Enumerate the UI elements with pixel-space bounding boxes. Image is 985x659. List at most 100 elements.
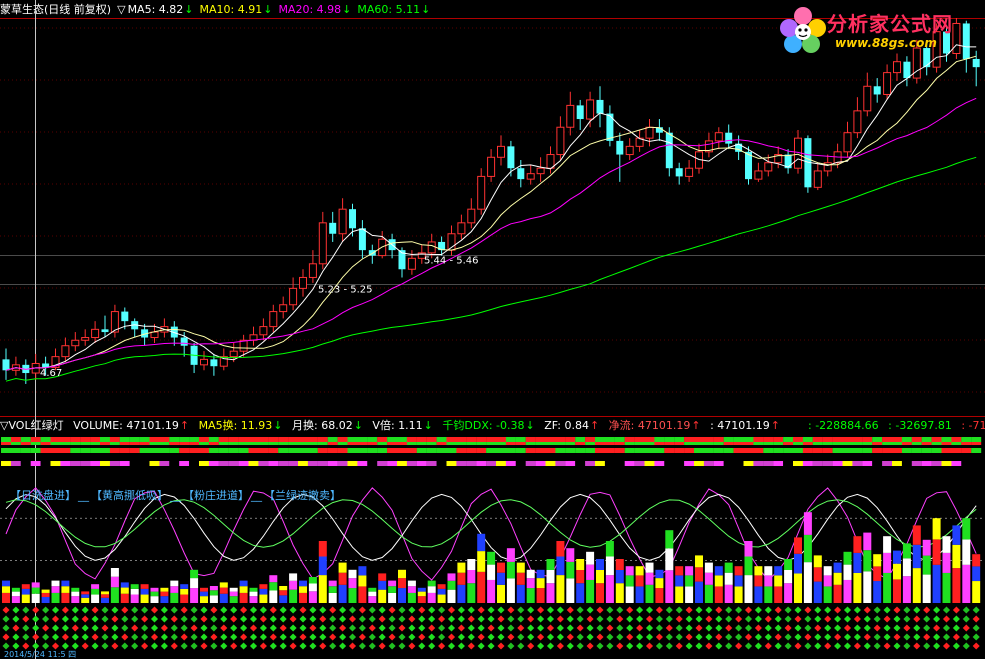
signal-row-2-cell xyxy=(397,448,407,453)
status-dot xyxy=(111,606,119,614)
volume-bar-segment xyxy=(675,575,684,587)
signal-row-1-cell xyxy=(802,437,813,442)
volume-bar-segment xyxy=(41,589,50,593)
status-dot xyxy=(695,606,703,614)
status-dot xyxy=(834,642,842,650)
status-dot xyxy=(378,615,386,623)
status-dot xyxy=(269,633,277,641)
signal-row-1-cell xyxy=(317,437,328,442)
status-dot xyxy=(893,624,901,632)
signal-row-1-cell xyxy=(119,437,130,442)
status-dot xyxy=(576,606,584,614)
signal-row-1b-cell xyxy=(674,442,685,445)
gap-label-2: 5.44 - 5.46 xyxy=(424,256,479,267)
signal-row-1b-cell xyxy=(565,442,576,445)
signal-row-2-cell xyxy=(961,448,972,453)
status-dot xyxy=(457,615,465,623)
volume-bar-segment xyxy=(130,584,139,589)
right-readout-1: : -228884.66 xyxy=(808,419,879,432)
signal-row-1b-cell xyxy=(812,442,823,445)
status-dot xyxy=(507,642,515,650)
volume-bar-segment xyxy=(249,591,258,597)
signal-row-3-cell xyxy=(109,461,120,466)
status-dot xyxy=(259,633,267,641)
status-dot xyxy=(705,624,713,632)
status-dot xyxy=(457,624,465,632)
signal-row-2-cell xyxy=(614,448,625,453)
status-dot xyxy=(744,633,753,641)
signal-row-2-cell xyxy=(575,448,586,453)
status-dot xyxy=(784,633,792,641)
signal-row-2-cell xyxy=(208,448,219,453)
volume-bar-segment xyxy=(407,592,416,603)
volume-bar-segment xyxy=(31,587,40,594)
volume-bar-segment xyxy=(784,559,793,570)
volume-bar-segment xyxy=(170,592,179,603)
volume-bar-segment xyxy=(635,586,644,603)
status-dot xyxy=(289,606,297,614)
signal-row-3-cell xyxy=(684,461,695,466)
signal-row-3-cell xyxy=(802,461,813,466)
signal-row-1-cell xyxy=(426,437,437,442)
candle-body-up xyxy=(536,167,545,175)
status-dot xyxy=(883,606,891,614)
signal-row-1-cell xyxy=(911,437,922,442)
status-dot xyxy=(893,606,901,614)
volume-bar-segment xyxy=(378,580,387,590)
signal-row-1-cell xyxy=(298,437,308,442)
status-dot xyxy=(91,624,99,632)
volume-bar-segment xyxy=(368,587,377,592)
signal-row-1b-cell xyxy=(931,442,942,445)
signal-row-2-cell xyxy=(664,448,675,453)
status-dot xyxy=(655,606,663,614)
signal-row-3-cell xyxy=(723,461,734,466)
volume-bar-segment xyxy=(774,575,783,587)
volume-bar-segment xyxy=(635,575,644,587)
signal-row-1-cell xyxy=(812,437,823,442)
status-dot xyxy=(348,642,357,650)
status-dot xyxy=(121,642,129,650)
volume-bar-segment xyxy=(299,586,307,593)
signal-row-1b-cell xyxy=(337,442,348,445)
monthly-turnover-readout: 月换: 68.02↓ xyxy=(292,419,363,432)
signal-row-3-cell xyxy=(258,461,269,466)
volume-bar-segment xyxy=(51,586,60,593)
signal-row-1-cell xyxy=(961,437,972,442)
stock-chart[interactable]: 4.67 5.23 - 5.25 5.44 - 5.46 xyxy=(0,0,985,659)
signal-row-3-cell xyxy=(446,461,457,466)
signal-row-3-cell xyxy=(208,461,219,466)
status-dot xyxy=(735,642,743,650)
signal-row-1b-cell xyxy=(921,442,932,445)
status-dot xyxy=(91,633,99,641)
signal-row-2-cell xyxy=(149,448,160,453)
volume-bar-segment xyxy=(388,586,397,593)
signal-row-2-cell xyxy=(169,448,180,453)
signal-row-3-cell xyxy=(40,461,51,466)
status-dot xyxy=(141,624,149,632)
signal-row-1-cell xyxy=(248,437,259,442)
status-dot xyxy=(972,624,980,632)
status-dot xyxy=(230,624,238,632)
signal-row-1b-cell xyxy=(723,442,734,445)
status-dot xyxy=(51,633,60,641)
volume-bar-segment xyxy=(328,580,337,587)
signal-row-1-cell xyxy=(882,437,893,442)
status-dot xyxy=(22,606,30,614)
volume-bar-segment xyxy=(536,578,545,589)
status-dot xyxy=(378,624,386,632)
status-dot xyxy=(685,615,693,623)
candle-body-up xyxy=(427,241,436,254)
status-dot xyxy=(240,624,248,632)
signal-row-2-cell xyxy=(189,448,200,453)
status-dot xyxy=(774,606,782,614)
candle-body-down xyxy=(665,132,673,169)
signal-row-2-cell xyxy=(317,448,328,453)
candle-body-down xyxy=(972,58,980,68)
signal-row-2-cell xyxy=(288,448,299,453)
status-dot xyxy=(685,624,693,632)
volume-bar-segment xyxy=(239,580,248,587)
status-dot xyxy=(626,606,634,614)
signal-row-1b-cell xyxy=(604,442,615,445)
volume-bar-segment xyxy=(447,589,456,603)
status-dot xyxy=(814,642,822,650)
